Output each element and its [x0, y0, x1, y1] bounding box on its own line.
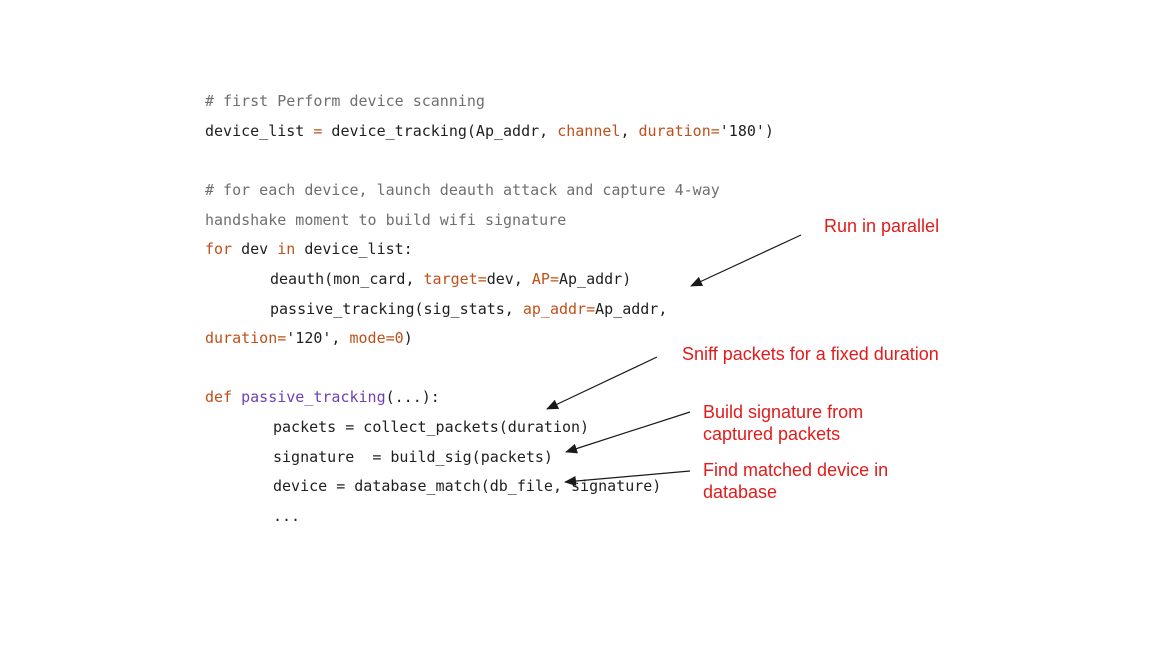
annotation-arrows [546, 234, 802, 487]
arrow-sniff-packets [546, 356, 658, 410]
arrow-find-matched-device [564, 470, 691, 487]
arrow-run-in-parallel [690, 234, 802, 287]
arrow-build-signature [565, 411, 691, 454]
